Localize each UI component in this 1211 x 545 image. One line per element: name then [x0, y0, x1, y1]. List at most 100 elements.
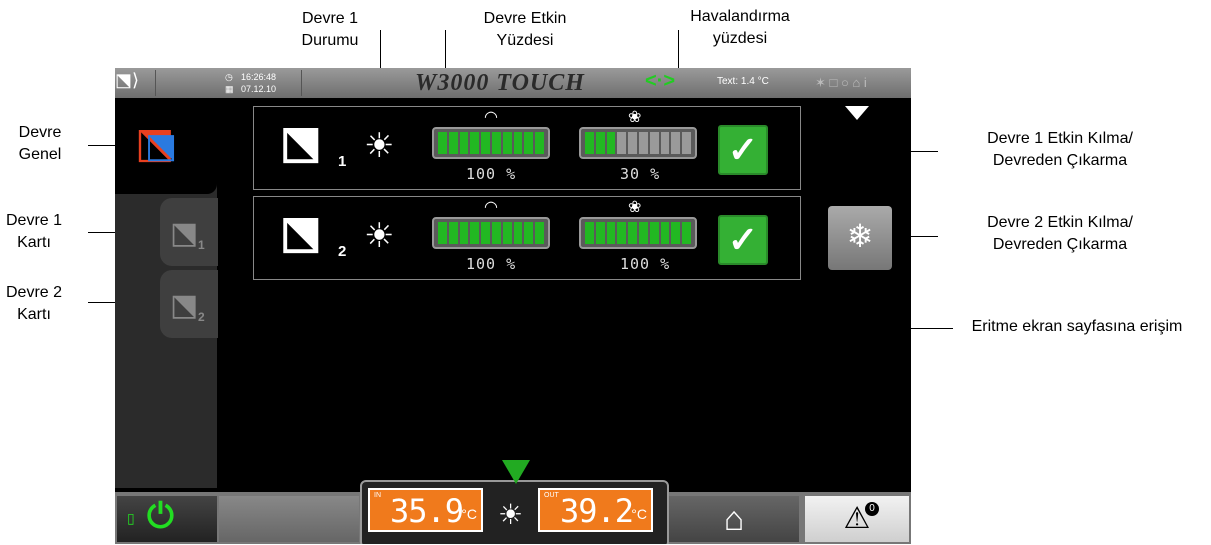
- bar-segment: [513, 222, 523, 244]
- fan-icon: ❀: [628, 199, 642, 216]
- device-screen: ⬔⟩ ◷ 16:26:48 ▦ 07.12.10 W3000 TOUCH <·>…: [115, 68, 911, 544]
- tab-circuit1-card[interactable]: ⬔ 1: [160, 198, 218, 266]
- annotation-circuit1-card: Devre 1 Kartı: [5, 212, 63, 251]
- annotation-circuit-general: Devre Genel: [18, 124, 62, 163]
- bar-segment: [524, 222, 534, 244]
- bar-segment: [649, 132, 659, 154]
- bar-segment: [682, 222, 691, 244]
- bar-segment: [491, 132, 501, 154]
- circuit-general-icon-overlay: ⬔: [145, 127, 178, 165]
- circuit-number: 1: [338, 153, 347, 170]
- sun-icon: ☀: [498, 499, 524, 530]
- snowflake-icon: ❄: [846, 218, 874, 254]
- annotation-circuit2-card: Devre 2 Kartı: [5, 284, 63, 323]
- circuit1-panel: ⬔ 1 ☀ ◠ 100 % ❀ 30 % ✓: [253, 106, 801, 190]
- status-arrow-icon: [502, 460, 530, 484]
- bar-segment: [617, 132, 627, 154]
- brand-logo: W3000 TOUCH: [415, 70, 585, 96]
- annotation-circuit2-enable: Devre 2 Etkin Kılma/ Devreden Çıkarma: [987, 214, 1133, 253]
- outlet-value: 39.2: [560, 492, 634, 530]
- inlet-label: IN: [374, 492, 381, 499]
- inlet-temperature: IN 35.9 °C: [368, 488, 483, 532]
- bar-segment: [438, 132, 447, 154]
- menu-circuit-icon[interactable]: ⬔⟩: [115, 70, 156, 96]
- circuit1-enable-checkbox[interactable]: ✓: [718, 125, 768, 175]
- tab-circuit2-card[interactable]: ⬔ 2: [160, 270, 218, 338]
- fan-percent: 100 %: [620, 255, 671, 273]
- annotation-circuit1-enable: Devre 1 Etkin Kılma/ Devreden Çıkarma: [987, 130, 1133, 169]
- bar-segment: [535, 132, 544, 154]
- bar-segment: [660, 132, 670, 154]
- annotation-circuit-active-pct: Devre Etkin Yüzdesi: [483, 10, 567, 49]
- fan-icon: ❀: [628, 109, 642, 126]
- bar-segment: [628, 222, 637, 244]
- bar-segment: [649, 222, 659, 244]
- circuit2-enable-checkbox[interactable]: ✓: [718, 215, 768, 265]
- bar-segment: [502, 132, 512, 154]
- bar-segment: [448, 132, 458, 154]
- circuit-icon: ⬔: [280, 208, 322, 257]
- outlet-unit: °C: [631, 506, 647, 522]
- circuit-icon: ⬔: [170, 217, 199, 250]
- capacity-bar: [432, 217, 550, 249]
- annotation-ventilation-pct: Havalandırma yüzdesi: [690, 8, 790, 47]
- temperature-panel: IN 35.9 °C ☀ OUT 39.2 °C: [360, 460, 669, 544]
- bar-segment: [535, 222, 544, 244]
- bar-segment: [502, 222, 512, 244]
- clock-icon: ◷: [225, 72, 233, 82]
- inlet-value: 35.9: [390, 492, 464, 530]
- capacity-bar: [432, 127, 550, 159]
- bar-segment: [606, 222, 616, 244]
- bar-segment: [524, 132, 534, 154]
- connection-icon: <·>: [645, 70, 676, 92]
- outlet-temperature: OUT 39.2 °C: [538, 488, 653, 532]
- tab-circuit-general[interactable]: ⬔ ⬔: [115, 98, 217, 194]
- bar-segment: [438, 222, 447, 244]
- bar-segment: [459, 132, 469, 154]
- datetime-block: ◷ 16:26:48 ▦ 07.12.10: [219, 70, 302, 96]
- bar-segment: [617, 222, 627, 244]
- capacity-gauge-icon: ◠: [484, 109, 498, 126]
- bar-segment: [470, 222, 480, 244]
- sun-icon: ☀: [364, 217, 395, 255]
- home-button[interactable]: ⌂: [669, 496, 799, 542]
- sun-icon: ☀: [364, 127, 395, 165]
- circuit2-panel: ⬔ 2 ☀ ◠ 100 % ❀ 100 % ✓: [253, 196, 801, 280]
- bar-segment: [595, 222, 605, 244]
- power-button[interactable]: ▯ ⏻: [117, 496, 217, 542]
- bar-segment: [448, 222, 458, 244]
- bar-segment: [585, 222, 594, 244]
- inlet-unit: °C: [461, 506, 477, 522]
- bar-segment: [481, 132, 490, 154]
- dropdown-arrow-icon[interactable]: [845, 106, 869, 120]
- bar-segment: [459, 222, 469, 244]
- bar-segment: [491, 222, 501, 244]
- bar-segment: [660, 222, 670, 244]
- outlet-label: OUT: [544, 492, 559, 499]
- empty-panel: [219, 496, 359, 542]
- power-icon: ⏻: [147, 497, 174, 535]
- bar-segment: [470, 132, 480, 154]
- battery-icon: ▯: [127, 510, 135, 526]
- status-icons-group[interactable]: ✶ □ ○ ⌂ i: [807, 70, 911, 96]
- circuit-icon: ⬔: [280, 118, 322, 167]
- bar-segment: [671, 132, 681, 154]
- bar-segment: [513, 132, 523, 154]
- annotation-defrost-access: Eritme ekran sayfasına erişim: [971, 318, 1183, 335]
- defrost-button[interactable]: ❄: [828, 206, 892, 270]
- capacity-percent: 100 %: [466, 255, 517, 273]
- alarm-count-badge: 0: [865, 502, 879, 516]
- fan-bar: [579, 127, 697, 159]
- bottom-bar: ▯ ⏻ IN 35.9 °C ☀ OUT 39.2 °C ⌂ ⚠ 0: [115, 460, 911, 544]
- bar-segment: [585, 132, 594, 154]
- circuit-number: 2: [338, 243, 347, 260]
- capacity-percent: 100 %: [466, 165, 517, 183]
- circuit-icon: ⬔: [170, 289, 199, 322]
- circuit-number: 2: [198, 310, 205, 324]
- annotation-circuit1-status: Devre 1 Durumu: [301, 10, 359, 49]
- home-icon: ⌂: [723, 500, 745, 538]
- sidebar: ⬔ ⬔ ⬔ 1 ⬔ 2: [115, 98, 218, 488]
- bar-segment: [638, 132, 648, 154]
- capacity-gauge-icon: ◠: [484, 199, 498, 216]
- alarm-button[interactable]: ⚠ 0: [805, 496, 909, 542]
